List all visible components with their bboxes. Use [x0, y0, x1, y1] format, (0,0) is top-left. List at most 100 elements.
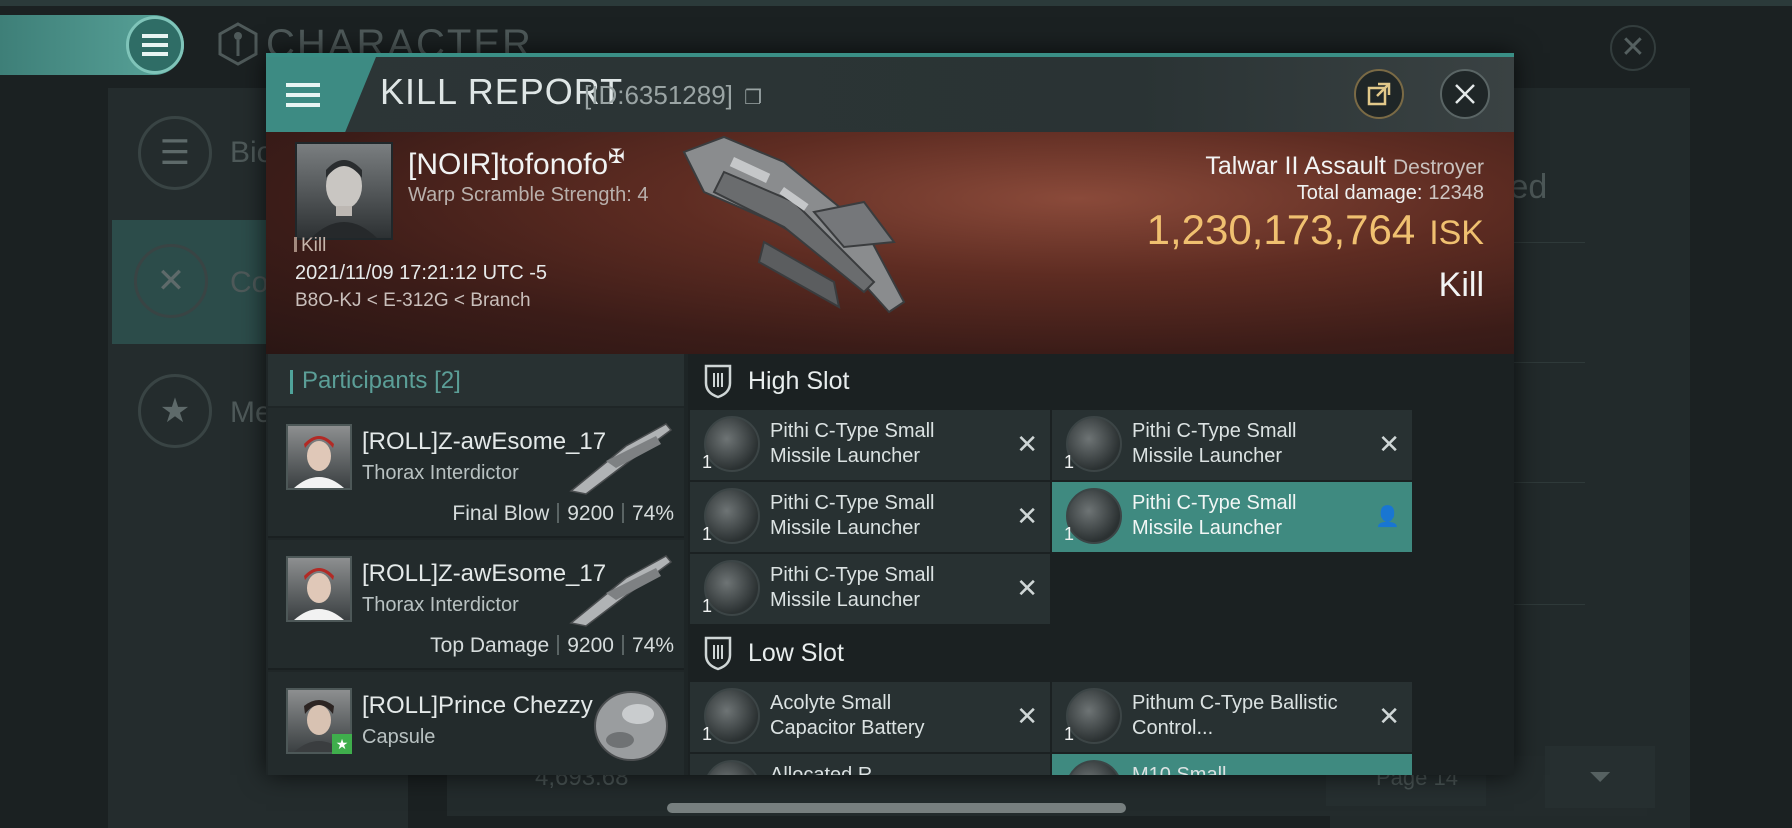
- participant-card[interactable]: ★ [ROLL]Prince Chezzy Capsule: [268, 672, 684, 775]
- destroyed-x-icon: ✕: [1016, 573, 1038, 603]
- header-accent: [290, 370, 293, 394]
- interdictor-ship-image: [569, 423, 673, 495]
- modal-close-button[interactable]: [1440, 69, 1490, 119]
- main-menu-button[interactable]: [126, 16, 184, 74]
- stat-label: Top Damage: [430, 634, 550, 657]
- hamburger-icon: [286, 82, 320, 107]
- kill-result: Kill: [1438, 266, 1484, 304]
- close-icon: ✕: [1620, 31, 1646, 64]
- star-badge-icon: ★: [332, 734, 352, 754]
- list-icon: ☰: [138, 116, 212, 190]
- participants-title: Participants [2]: [302, 367, 461, 395]
- module-quantity: 1: [1064, 452, 1075, 472]
- low-slot-label: Low Slot: [748, 638, 844, 667]
- stat-percent: 74%: [631, 634, 674, 657]
- destroyed-x-icon: ✕: [1016, 701, 1038, 731]
- participant-stats: Top Damage 9200 74%: [430, 634, 674, 658]
- capacitor-battery-icon: [704, 688, 760, 744]
- filter-button[interactable]: ⏷: [1545, 746, 1655, 808]
- module-name: Pithi C-Type Small Missile Launcher: [770, 564, 935, 611]
- avatar[interactable]: [286, 424, 352, 490]
- participant-name: [ROLL]Prince Chezzy: [362, 692, 593, 719]
- destroyed-x-icon: ✕: [1378, 429, 1400, 459]
- participant-card[interactable]: [ROLL]Z-awEsome_17 Thorax Interdictor To…: [268, 540, 684, 670]
- module-row[interactable]: 1 Pithi C-Type Small Missile Launcher ✕: [690, 554, 1050, 624]
- screen-close-button[interactable]: ✕: [1610, 25, 1656, 71]
- module-row[interactable]: 1 Pithi C-Type Small Missile Launcher ✕: [1052, 410, 1412, 480]
- module-name: Allocated R...: [770, 764, 889, 775]
- isk-value: 1,230,173,764 ISK: [1147, 206, 1484, 254]
- low-slot-header: Low Slot: [688, 626, 1514, 680]
- capsule-image: [594, 691, 668, 761]
- module-icon: [704, 760, 760, 775]
- share-button[interactable]: [1354, 69, 1404, 119]
- missile-launcher-icon: [1066, 488, 1122, 544]
- module-name: Pithi C-Type Small Missile Launcher: [770, 492, 935, 539]
- module-quantity: 1: [702, 724, 713, 744]
- victim-portrait[interactable]: [295, 142, 393, 240]
- fitting-panel: High Slot 1 Pithi C-Type Small Missile L…: [688, 354, 1514, 775]
- total-damage-value: 12348: [1428, 182, 1484, 204]
- kill-id: [ID:6351289] ❐: [584, 80, 762, 111]
- module-row-dropped[interactable]: M10 Small...: [1052, 754, 1412, 775]
- kill-tag-label: Kill: [301, 235, 327, 256]
- isk-amount: 1,230,173,764: [1146, 206, 1416, 253]
- avatar[interactable]: [286, 556, 352, 622]
- copy-icon[interactable]: ❐: [744, 87, 762, 109]
- module-row[interactable]: Allocated R...: [690, 754, 1050, 775]
- destroyed-x-icon: ✕: [1378, 701, 1400, 731]
- ship-class: Destroyer: [1392, 156, 1484, 179]
- module-row[interactable]: 1 Pithum C-Type Ballistic Control... ✕: [1052, 682, 1412, 752]
- module-icon: [1066, 760, 1122, 775]
- victim-name[interactable]: [NOIR]tofonofo✠: [408, 144, 625, 182]
- module-name: Pithi C-Type Small Missile Launcher: [770, 420, 935, 467]
- participant-card[interactable]: [ROLL]Z-awEsome_17 Thorax Interdictor Fi…: [268, 408, 684, 538]
- kill-report-modal: KILL REPORT [ID:6351289] ❐ [NOIR]tofonof…: [266, 53, 1514, 775]
- participants-panel: Participants [2] [ROLL]Z-awEsome_17 Thor…: [266, 354, 684, 775]
- crossed-swords-icon: ✕: [134, 244, 208, 318]
- participant-stats: Final Blow 9200 74%: [452, 502, 674, 526]
- participants-label: Participants: [302, 367, 428, 394]
- side-item-medals[interactable]: ★: [138, 374, 212, 448]
- total-damage: Total damage: 12348: [1297, 182, 1484, 205]
- stat-damage: 9200: [567, 502, 614, 525]
- module-row[interactable]: 1 Acolyte Small Capacitor Battery ✕: [690, 682, 1050, 752]
- isk-unit: ISK: [1429, 214, 1484, 252]
- cross-icon: ✠: [608, 146, 625, 168]
- pilot-avatar-icon: [294, 436, 344, 488]
- destroyer-ship-image[interactable]: [664, 132, 934, 332]
- missile-launcher-icon: [704, 560, 760, 616]
- star-badge-icon: ★: [138, 374, 212, 448]
- module-quantity: 1: [1064, 524, 1075, 544]
- module-row-dropped[interactable]: 1 Pithi C-Type Small Missile Launcher 👤: [1052, 482, 1412, 552]
- pilot-avatar-icon: [311, 160, 377, 238]
- module-name: Pithum C-Type Ballistic Control...: [1132, 692, 1338, 739]
- hamburger-icon: [142, 34, 168, 56]
- module-quantity: 1: [702, 596, 713, 616]
- module-name: Acolyte Small Capacitor Battery: [770, 692, 925, 739]
- share-icon: [1367, 82, 1391, 106]
- modal-header: KILL REPORT [ID:6351289] ❐: [266, 57, 1514, 132]
- low-slot-shield-icon: [704, 636, 732, 671]
- missile-launcher-icon: [704, 488, 760, 544]
- home-indicator[interactable]: [667, 803, 1126, 813]
- participants-header[interactable]: Participants [2]: [268, 354, 684, 406]
- side-item-combat[interactable]: ✕: [134, 244, 208, 318]
- filter-icon: ⏷: [1588, 760, 1612, 792]
- side-item-combat-label: Co: [230, 266, 269, 299]
- participant-ship: Thorax Interdictor: [362, 594, 519, 616]
- module-quantity: 1: [1064, 724, 1075, 744]
- ship-name-text: Talwar II Assault: [1205, 152, 1387, 180]
- destroyed-x-icon: ✕: [1016, 429, 1038, 459]
- side-item-bio[interactable]: ☰: [138, 116, 212, 190]
- modal-menu-button[interactable]: [266, 57, 376, 132]
- ship-name[interactable]: Talwar II Assault Destroyer: [1205, 152, 1484, 181]
- high-slot-label: High Slot: [748, 366, 850, 395]
- kill-location[interactable]: B8O-KJ < E-312G < Branch: [295, 290, 531, 312]
- module-row[interactable]: 1 Pithi C-Type Small Missile Launcher ✕: [690, 410, 1050, 480]
- stat-label: Final Blow: [452, 502, 550, 525]
- vitruvian-icon: [218, 22, 258, 71]
- module-row[interactable]: 1 Pithi C-Type Small Missile Launcher ✕: [690, 482, 1050, 552]
- top-edge: [0, 0, 1792, 6]
- module-name: M10 Small...: [1132, 764, 1244, 775]
